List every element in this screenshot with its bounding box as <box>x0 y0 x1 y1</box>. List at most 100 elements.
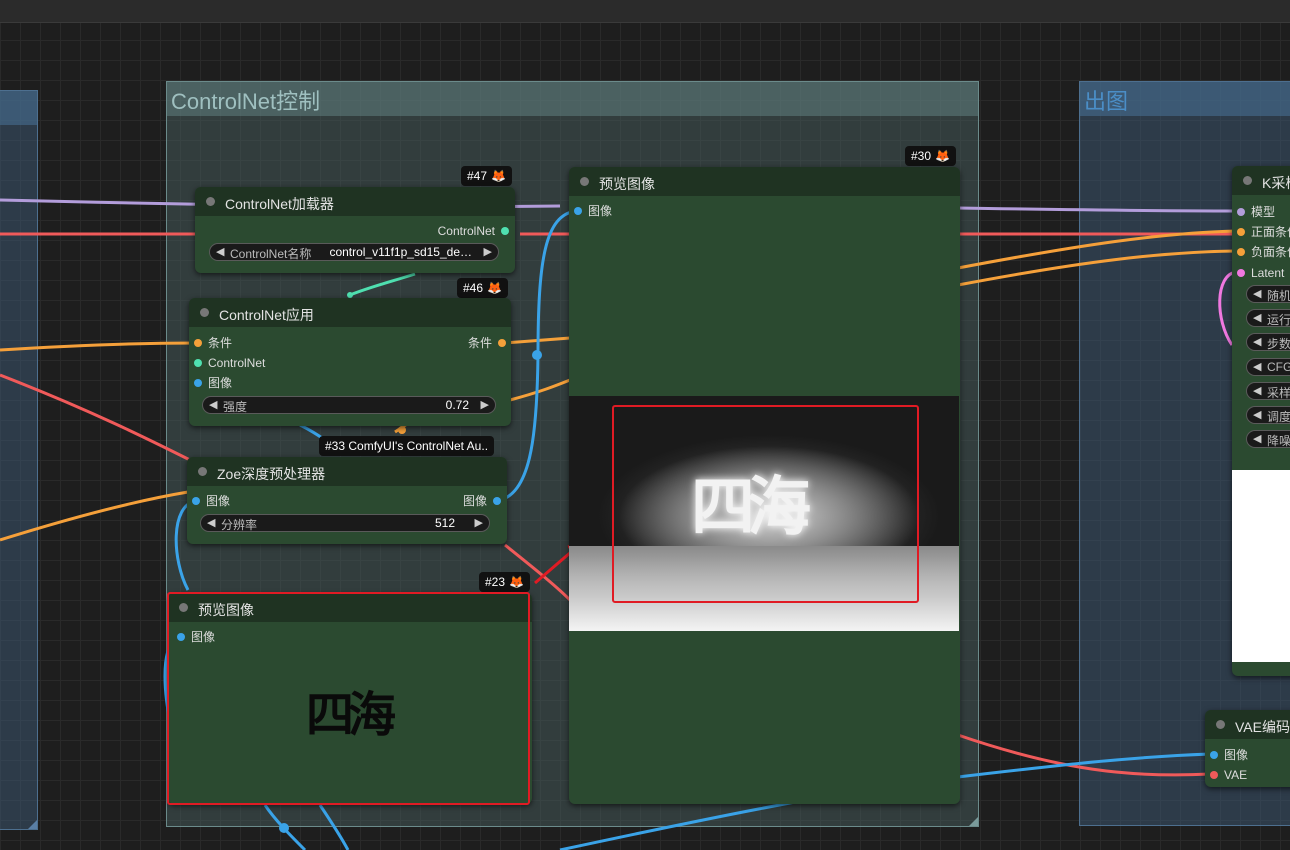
input-slot-image[interactable]: 图像 <box>194 375 232 391</box>
slot-label: 条件 <box>467 336 492 350</box>
widget-label: 调度 <box>1267 410 1290 424</box>
arrow-left-icon[interactable]: ◀ <box>1253 311 1261 324</box>
arrow-left-icon[interactable]: ◀ <box>1253 432 1261 445</box>
arrow-left-icon[interactable]: ◀ <box>1253 360 1261 373</box>
arrow-left-icon[interactable]: ◀ <box>216 245 224 258</box>
arrow-left-icon[interactable]: ◀ <box>1253 287 1261 300</box>
output-slot-conditioning[interactable]: 条件 <box>468 335 506 351</box>
group-resize-handle[interactable] <box>969 817 978 826</box>
slot-label: ControlNet <box>437 224 495 238</box>
node-title: K采样器 <box>1262 175 1290 191</box>
input-slot-vae[interactable]: VAE <box>1210 767 1247 783</box>
node-controlnet-apply[interactable]: ControlNet应用 条件 条件 ControlNet 图像 ◀ 强度 0.… <box>189 298 511 426</box>
blue-pin-icon[interactable] <box>574 207 582 215</box>
node-header[interactable]: Zoe深度预处理器 <box>187 457 507 486</box>
node-header[interactable]: K采样器 <box>1232 166 1290 195</box>
orange-pin-icon[interactable] <box>194 339 202 347</box>
widget-value: 0.72 <box>445 398 469 412</box>
input-slot-image[interactable]: 图像 <box>1210 747 1248 763</box>
blue-pin-icon[interactable] <box>194 379 202 387</box>
group-title-controlnet[interactable]: ControlNet控制 <box>171 84 320 116</box>
arrow-right-icon[interactable]: ▶ <box>484 245 492 258</box>
blue-pin-icon[interactable] <box>1210 751 1218 759</box>
controlnet-name-combo[interactable]: ◀ ControlNet名称 control_v11f1p_sd15_de… ▶ <box>209 243 499 261</box>
node-header[interactable]: ControlNet加载器 <box>195 187 515 216</box>
node-ksampler[interactable]: K采样器 模型 正面条件 负面条件 Latent ◀ 随机 ◀ 运行 ◀ 步数 ◀ CF… <box>1232 166 1290 676</box>
orange-pin-icon[interactable] <box>1237 228 1245 236</box>
teal-pin-icon[interactable] <box>501 227 509 235</box>
node-controlnet-loader[interactable]: ControlNet加载器 ControlNet ◀ ControlNet名称 … <box>195 187 515 273</box>
node-vae-encode[interactable]: VAE编码 图像 VAE <box>1205 710 1290 787</box>
cfg-widget[interactable]: ◀ CFG <box>1246 358 1290 376</box>
arrow-left-icon[interactable]: ◀ <box>1253 384 1261 397</box>
input-slot-image[interactable]: 图像 <box>574 203 612 219</box>
denoise-widget[interactable]: ◀ 降噪 <box>1246 430 1290 448</box>
node-id-badge: #33 ComfyUI's ControlNet Au.. <box>319 436 495 456</box>
resolution-slider[interactable]: ◀ 分辨率 512 ▶ <box>200 514 490 532</box>
blue-pin-icon[interactable] <box>192 497 200 505</box>
slot-label: 模型 <box>1251 205 1276 219</box>
arrow-left-icon[interactable]: ◀ <box>1253 408 1261 421</box>
input-slot-controlnet[interactable]: ControlNet <box>194 355 265 371</box>
collapse-dot-icon[interactable] <box>206 197 215 206</box>
widget-label: 降噪 <box>1267 434 1290 448</box>
input-slot-model[interactable]: 模型 <box>1237 204 1275 220</box>
arrow-left-icon[interactable]: ◀ <box>209 398 217 411</box>
input-slot-latent[interactable]: Latent <box>1237 265 1284 281</box>
node-zoe-depth-preprocessor[interactable]: Zoe深度预处理器 图像 图像 ◀ 分辨率 512 ▶ <box>187 457 507 544</box>
group-resize-handle[interactable] <box>28 820 37 829</box>
control-widget[interactable]: ◀ 运行 <box>1246 309 1290 327</box>
slot-label: 负面条件 <box>1251 245 1290 259</box>
seed-widget[interactable]: ◀ 随机 <box>1246 285 1290 303</box>
ksampler-preview-image <box>1232 470 1290 662</box>
widget-value: 512 <box>434 516 455 530</box>
scheduler-widget[interactable]: ◀ 调度 <box>1246 406 1290 424</box>
sampler-widget[interactable]: ◀ 采样 <box>1246 382 1290 400</box>
teal-pin-icon[interactable] <box>194 359 202 367</box>
widget-label: ControlNet名称 <box>230 247 312 261</box>
collapse-dot-icon[interactable] <box>1243 176 1252 185</box>
collapse-dot-icon[interactable] <box>580 177 589 186</box>
input-slot-positive[interactable]: 正面条件 <box>1237 224 1290 240</box>
arrow-right-icon[interactable]: ▶ <box>481 398 489 411</box>
fox-icon: 🦊 <box>491 169 506 183</box>
output-slot-controlnet[interactable]: ControlNet <box>438 223 509 239</box>
red-pin-icon[interactable] <box>1210 771 1218 779</box>
slot-label: ControlNet <box>208 356 266 370</box>
arrow-left-icon[interactable]: ◀ <box>207 516 215 529</box>
collapse-dot-icon[interactable] <box>200 308 209 317</box>
input-slot-conditioning[interactable]: 条件 <box>194 335 232 351</box>
arrow-right-icon[interactable]: ▶ <box>475 516 483 529</box>
widget-label: 采样 <box>1267 386 1290 400</box>
collapse-dot-icon[interactable] <box>1216 720 1225 729</box>
slot-label: 图像 <box>1224 748 1249 762</box>
slot-label: 图像 <box>206 494 231 508</box>
slot-label: 图像 <box>208 376 233 390</box>
strength-slider[interactable]: ◀ 强度 0.72 ▶ <box>202 396 496 414</box>
node-header[interactable]: VAE编码 <box>1205 710 1290 739</box>
slot-label: 条件 <box>208 336 233 350</box>
steps-widget[interactable]: ◀ 步数 <box>1246 333 1290 351</box>
widget-label: CFG <box>1267 360 1290 374</box>
group-left[interactable] <box>0 90 38 830</box>
pink-pin-icon[interactable] <box>1237 269 1245 277</box>
node-id-badge: #47 🦊 <box>461 166 512 186</box>
fox-icon: 🦊 <box>509 575 524 589</box>
group-title-output[interactable]: 出图 <box>1084 84 1128 116</box>
arrow-left-icon[interactable]: ◀ <box>1253 335 1261 348</box>
input-slot-negative[interactable]: 负面条件 <box>1237 244 1290 260</box>
node-title: Zoe深度预处理器 <box>217 466 326 482</box>
output-slot-image[interactable]: 图像 <box>463 493 501 509</box>
input-slot-image[interactable]: 图像 <box>192 493 230 509</box>
slot-label: 正面条件 <box>1251 225 1290 239</box>
orange-pin-icon[interactable] <box>498 339 506 347</box>
blue-pin-icon[interactable] <box>493 497 501 505</box>
node-header[interactable]: ControlNet应用 <box>189 298 511 327</box>
orange-pin-icon[interactable] <box>1237 248 1245 256</box>
purple-pin-icon[interactable] <box>1237 208 1245 216</box>
collapse-dot-icon[interactable] <box>198 467 207 476</box>
node-header[interactable]: 预览图像 <box>569 167 960 196</box>
fox-icon: 🦊 <box>487 281 502 295</box>
highlight-box <box>167 592 530 805</box>
widget-label: 强度 <box>223 400 248 414</box>
